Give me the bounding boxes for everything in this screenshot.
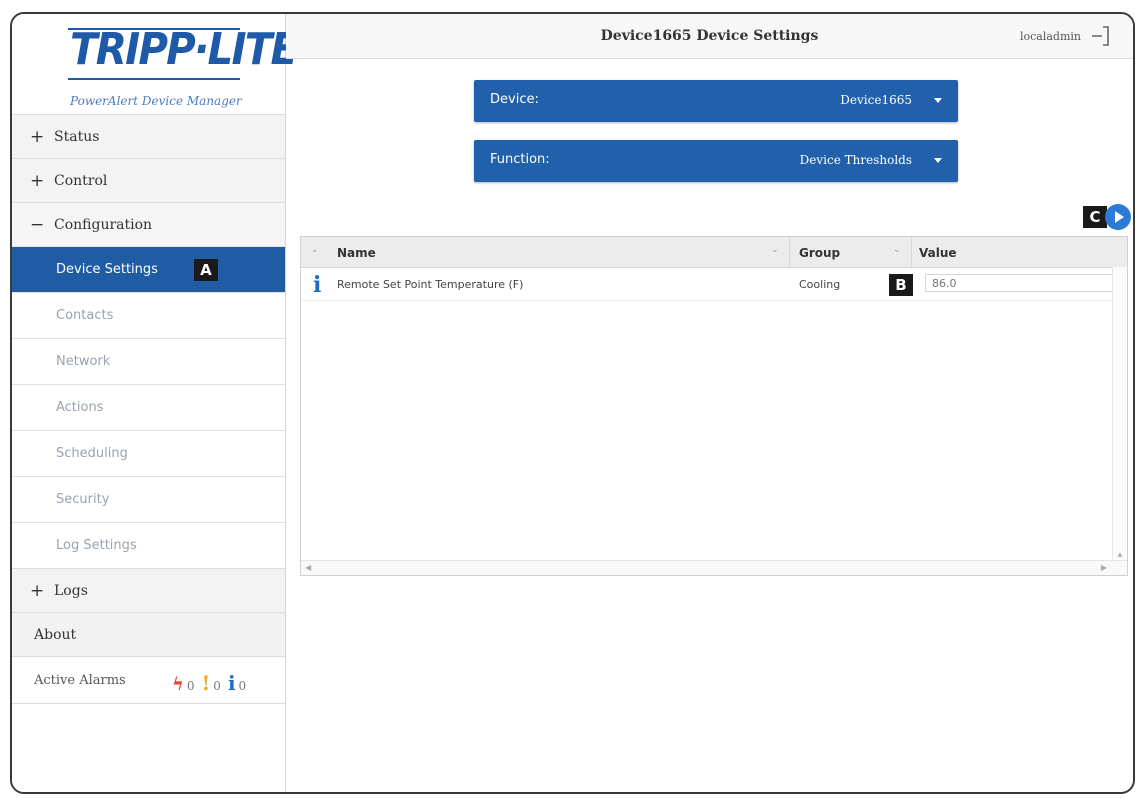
sidebar-item-label: Device Settings (56, 262, 158, 277)
function-select[interactable]: Function: Device Thresholds (474, 140, 958, 182)
column-header-group[interactable]: Group (799, 246, 840, 260)
app-window: TRIPP·LITE PowerAlert Device Manager + S… (10, 12, 1135, 794)
sidebar-item-device-settings[interactable]: Device Settings A (12, 246, 285, 292)
chevron-down-icon (934, 158, 942, 163)
sort-icon[interactable]: ⌄ (771, 245, 779, 255)
logo-text: TRIPP·LITE (70, 24, 298, 75)
column-divider (789, 237, 790, 267)
nav-logs-label: Logs (54, 582, 88, 599)
function-select-value: Device Thresholds (799, 153, 912, 167)
sidebar-item-scheduling[interactable]: Scheduling (12, 430, 285, 476)
collapse-icon: − (30, 214, 45, 235)
scroll-up-icon[interactable]: ▲ (1116, 550, 1124, 559)
warning-alarm-count: 0 (213, 679, 221, 693)
warning-icon[interactable]: ! (202, 671, 211, 695)
sidebar-item-network[interactable]: Network (12, 338, 285, 384)
sidebar-item-actions[interactable]: Actions (12, 384, 285, 430)
cell-group: Cooling (799, 278, 841, 291)
info-icon[interactable]: i (228, 671, 236, 695)
cell-name: Remote Set Point Temperature (F) (337, 278, 524, 291)
sort-icon[interactable]: ⌄ (311, 245, 319, 255)
callout-b-badge: B (889, 274, 913, 296)
sidebar-item-label: Network (56, 354, 111, 369)
sidebar-item-label: Contacts (56, 308, 114, 323)
table-header: ⌄ Name ⌄ Group ⌄ Value (301, 237, 1127, 268)
nav-about-label: About (34, 626, 77, 643)
column-header-name[interactable]: Name (337, 246, 376, 260)
sidebar-item-contacts[interactable]: Contacts (12, 292, 285, 338)
sidebar-item-label: Scheduling (56, 446, 128, 461)
active-alarms-label: Active Alarms (34, 672, 126, 688)
chevron-down-icon (934, 98, 942, 103)
value-input[interactable] (925, 274, 1115, 292)
device-select[interactable]: Device: Device1665 (474, 80, 958, 122)
column-header-value[interactable]: Value (919, 246, 957, 260)
top-bar: Device1665 Device Settings localadmin (286, 14, 1133, 59)
sidebar: TRIPP·LITE PowerAlert Device Manager + S… (12, 14, 298, 792)
device-select-label: Device: (490, 92, 539, 107)
sort-icon[interactable]: ⌄ (893, 245, 901, 255)
page-title: Device1665 Device Settings (600, 28, 819, 44)
brand-logo: TRIPP·LITE PowerAlert Device Manager (12, 14, 298, 114)
info-alarm-count: 0 (238, 679, 247, 693)
nav-status[interactable]: + Status (12, 114, 285, 158)
nav-configuration-label: Configuration (54, 216, 153, 233)
product-subtitle: PowerAlert Device Manager (70, 94, 242, 108)
settings-table: ⌄ Name ⌄ Group ⌄ Value i Remote Set Poin… (300, 236, 1128, 576)
callout-c-badge: C (1083, 206, 1107, 228)
nav-control[interactable]: + Control (12, 158, 285, 202)
expand-icon: + (30, 126, 45, 147)
logo-line-bottom (68, 78, 240, 80)
scroll-left-icon[interactable]: ◀ (305, 563, 311, 572)
horizontal-scrollbar[interactable]: ◀ ▶ (301, 560, 1127, 575)
sidebar-item-security[interactable]: Security (12, 476, 285, 522)
sidebar-item-log-settings[interactable]: Log Settings (12, 522, 285, 568)
expand-icon: + (30, 170, 45, 191)
table-row[interactable]: i Remote Set Point Temperature (F) Cooli… (301, 268, 1127, 301)
info-icon[interactable]: i (313, 272, 321, 298)
nav-configuration[interactable]: − Configuration (12, 202, 285, 246)
nav-about[interactable]: About (12, 612, 285, 656)
vertical-scrollbar[interactable]: ▲ (1112, 267, 1127, 561)
sidebar-item-label: Log Settings (56, 538, 137, 553)
alarm-counters: ϟ 0 ! 0 i 0 (172, 671, 246, 695)
expand-icon: + (30, 580, 45, 601)
device-select-value: Device1665 (840, 93, 912, 107)
next-arrow-button[interactable] (1105, 204, 1131, 230)
main-content: Device1665 Device Settings localadmin De… (286, 14, 1133, 792)
sidebar-item-label: Security (56, 492, 110, 507)
function-select-label: Function: (490, 152, 550, 167)
nav-control-label: Control (54, 172, 108, 189)
nav-logs[interactable]: + Logs (12, 568, 285, 612)
nav-status-label: Status (54, 128, 100, 145)
logout-icon[interactable] (1089, 24, 1113, 48)
column-divider (911, 237, 912, 267)
callout-a-badge: A (193, 258, 218, 281)
scroll-right-icon[interactable]: ▶ (1101, 563, 1107, 572)
active-alarms[interactable]: Active Alarms ϟ 0 ! 0 i 0 (12, 656, 285, 704)
critical-alarm-count: 0 (186, 679, 195, 693)
bolt-icon[interactable]: ϟ (172, 674, 184, 695)
username[interactable]: localadmin (1020, 30, 1081, 43)
sidebar-item-label: Actions (56, 400, 104, 415)
